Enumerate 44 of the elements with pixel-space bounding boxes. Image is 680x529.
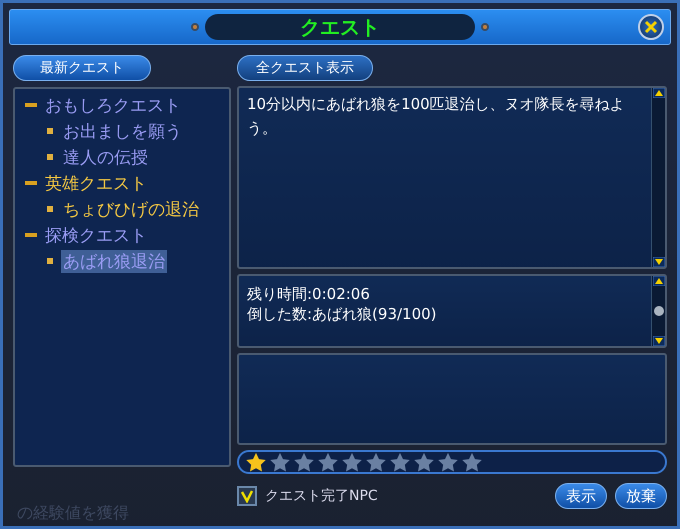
scroll-down-icon[interactable] xyxy=(652,336,664,346)
star-icon xyxy=(245,452,267,472)
rivet-icon xyxy=(191,23,199,31)
action-button[interactable]: 表示 xyxy=(555,483,607,509)
scroll-up-icon[interactable] xyxy=(652,88,664,98)
progress-text: 倒した数:あばれ狼(93/100) xyxy=(247,304,438,324)
tab[interactable]: 全クエスト表示 xyxy=(237,55,373,81)
close-icon xyxy=(644,20,658,34)
bullet-icon xyxy=(47,258,53,264)
quest-description: 10分以内にあばれ狼を100匹退治し、ヌオ隊長を尋ねよう。 xyxy=(246,94,626,139)
quest-item[interactable]: お出ましを願う xyxy=(61,120,184,142)
window-title: クエスト xyxy=(205,14,475,40)
star-icon xyxy=(341,452,363,472)
bullet-icon xyxy=(47,128,53,134)
checkbox-label: クエスト完了NPC xyxy=(265,487,378,505)
scroll-thumb-icon[interactable] xyxy=(652,305,664,317)
scroll-up-icon[interactable] xyxy=(652,276,664,286)
star-icon xyxy=(413,452,435,472)
scroll-down-icon[interactable] xyxy=(652,257,664,267)
collapse-icon[interactable] xyxy=(25,231,37,239)
quest-item[interactable]: ちょびひげの退治 xyxy=(61,198,201,220)
bullet-icon xyxy=(47,206,53,212)
star-icon xyxy=(437,452,459,472)
star-icon xyxy=(389,452,411,472)
scrollbar[interactable] xyxy=(651,276,665,346)
star-icon xyxy=(293,452,315,472)
close-button[interactable] xyxy=(638,14,664,40)
tab[interactable]: 最新クエスト xyxy=(13,55,151,81)
star-icon xyxy=(269,452,291,472)
checkbox[interactable] xyxy=(237,486,257,506)
rivet-icon xyxy=(481,23,489,31)
quest-category[interactable]: 英雄クエスト xyxy=(45,172,147,194)
star-icon xyxy=(461,452,483,472)
quest-item[interactable]: 達人の伝授 xyxy=(61,146,150,168)
quest-category[interactable]: 探検クエスト xyxy=(45,224,147,246)
progress-text: 残り時間:0:02:06 xyxy=(247,284,371,304)
bullet-icon xyxy=(47,154,53,160)
collapse-icon[interactable] xyxy=(25,179,37,187)
action-button[interactable]: 放棄 xyxy=(615,483,667,509)
star-icon xyxy=(365,452,387,472)
scrollbar[interactable] xyxy=(651,88,665,267)
collapse-icon[interactable] xyxy=(25,101,37,109)
star-icon xyxy=(317,452,339,472)
quest-category[interactable]: おもしろクエスト xyxy=(45,94,181,116)
